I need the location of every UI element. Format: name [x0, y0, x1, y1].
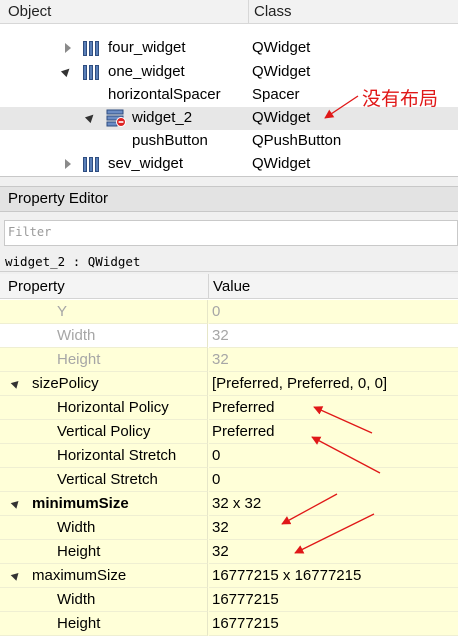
property-row-max-height[interactable]: Height 16777215	[0, 612, 458, 636]
property-key: maximumSize	[32, 567, 127, 584]
collapse-arrow-icon[interactable]	[84, 108, 100, 124]
header-divider	[208, 274, 209, 299]
property-row-minimum-size[interactable]: minimumSize 32 x 32	[0, 492, 458, 516]
property-row-vertical-policy[interactable]: Vertical Policy Preferred	[0, 420, 458, 444]
property-value[interactable]: 32	[212, 519, 229, 536]
collapse-arrow-icon[interactable]	[10, 498, 22, 509]
property-value: [Preferred, Preferred, 0, 0]	[212, 375, 388, 392]
tree-item-class: Spacer	[252, 86, 300, 103]
property-key: Width	[57, 519, 96, 536]
tree-item-class: QWidget	[252, 155, 311, 172]
collapse-arrow-icon[interactable]	[60, 62, 76, 78]
expand-arrow-icon[interactable]	[65, 43, 71, 53]
property-key: Width	[57, 327, 96, 344]
property-row-horizontal-policy[interactable]: Horizontal Policy Preferred	[0, 396, 458, 420]
tree-item-name: horizontalSpacer	[108, 86, 221, 103]
property-key: Height	[57, 543, 101, 560]
property-key: Horizontal Policy	[57, 399, 169, 416]
collapse-arrow-icon[interactable]	[10, 378, 22, 389]
property-key: Height	[57, 615, 101, 632]
property-value: 32 x 32	[212, 495, 262, 512]
column-header-value[interactable]: Value	[213, 278, 250, 295]
property-value[interactable]: 32	[212, 543, 229, 560]
property-row-vertical-stretch[interactable]: Vertical Stretch 0	[0, 468, 458, 492]
property-row-horizontal-stretch[interactable]: Horizontal Stretch 0	[0, 444, 458, 468]
property-table: Property Value Y 0 Width 32 Height 32 si…	[0, 274, 458, 641]
tree-row-push-button[interactable]: pushButton QPushButton	[0, 130, 458, 153]
property-value: 16777215 x 16777215	[212, 567, 362, 584]
property-row-maximum-size[interactable]: maximumSize 16777215 x 16777215	[0, 564, 458, 588]
property-value[interactable]: 16777215	[212, 591, 279, 608]
property-value: 0	[212, 303, 221, 320]
property-row-height[interactable]: Height 32	[0, 348, 458, 372]
object-inspector-header: Object Class	[0, 0, 458, 24]
vertical-layout-icon	[83, 157, 101, 172]
property-row-y[interactable]: Y 0	[0, 300, 458, 324]
column-header-class[interactable]: Class	[254, 3, 292, 20]
vertical-layout-icon	[83, 41, 101, 56]
property-key: sizePolicy	[32, 375, 99, 392]
property-key: Horizontal Stretch	[57, 447, 177, 464]
property-value: 32	[212, 351, 229, 368]
tree-item-name: widget_2	[132, 109, 193, 126]
column-header-object[interactable]: Object	[8, 3, 51, 20]
property-value[interactable]: Preferred	[212, 399, 275, 416]
tree-item-class: QWidget	[252, 109, 311, 126]
property-row-min-width[interactable]: Width 32	[0, 516, 458, 540]
collapse-arrow-icon[interactable]	[10, 570, 22, 581]
tree-item-name: one_widget	[108, 63, 185, 80]
expand-arrow-icon[interactable]	[65, 159, 71, 169]
filter-input[interactable]: Filter	[4, 220, 458, 246]
property-row-size-policy[interactable]: sizePolicy [Preferred, Preferred, 0, 0]	[0, 372, 458, 396]
tree-item-class: QWidget	[252, 39, 311, 56]
property-value[interactable]: Preferred	[212, 423, 275, 440]
property-row-max-width[interactable]: Width 16777215	[0, 588, 458, 612]
property-row-width[interactable]: Width 32	[0, 324, 458, 348]
tree-item-name: sev_widget	[108, 155, 184, 172]
tree-item-class: QPushButton	[252, 132, 342, 149]
column-header-property[interactable]: Property	[8, 278, 65, 295]
header-divider	[248, 0, 249, 24]
property-editor-title-bar: Property Editor	[0, 186, 458, 212]
property-key: Y	[57, 303, 68, 320]
tree-row-sev-widget[interactable]: sev_widget QWidget	[0, 153, 458, 176]
broken-layout-widget-icon	[106, 109, 126, 127]
property-table-header: Property Value	[0, 274, 458, 299]
property-value[interactable]: 0	[212, 471, 220, 488]
tree-item-class: QWidget	[252, 63, 311, 80]
annotation-no-layout: 没有布局	[362, 88, 439, 110]
designer-panels: { "object_inspector": { "col_object": "O…	[0, 0, 458, 641]
property-key: Width	[57, 591, 96, 608]
property-value: 32	[212, 327, 229, 344]
tree-item-name: four_widget	[108, 39, 186, 56]
tree-row-one-widget[interactable]: one_widget QWidget	[0, 61, 458, 84]
property-row-min-height[interactable]: Height 32	[0, 540, 458, 564]
property-key: Vertical Policy	[57, 423, 151, 440]
property-key: Vertical Stretch	[57, 471, 158, 488]
vertical-layout-icon	[83, 65, 101, 80]
property-value[interactable]: 16777215	[212, 615, 279, 632]
property-editor-title: Property Editor	[8, 190, 109, 207]
property-key: Height	[57, 351, 101, 368]
property-key: minimumSize	[32, 495, 129, 512]
property-value[interactable]: 0	[212, 447, 220, 464]
object-class-label: widget_2 : QWidget	[0, 252, 458, 272]
tree-row-four-widget[interactable]: four_widget QWidget	[0, 37, 458, 60]
tree-item-name: pushButton	[132, 132, 208, 149]
